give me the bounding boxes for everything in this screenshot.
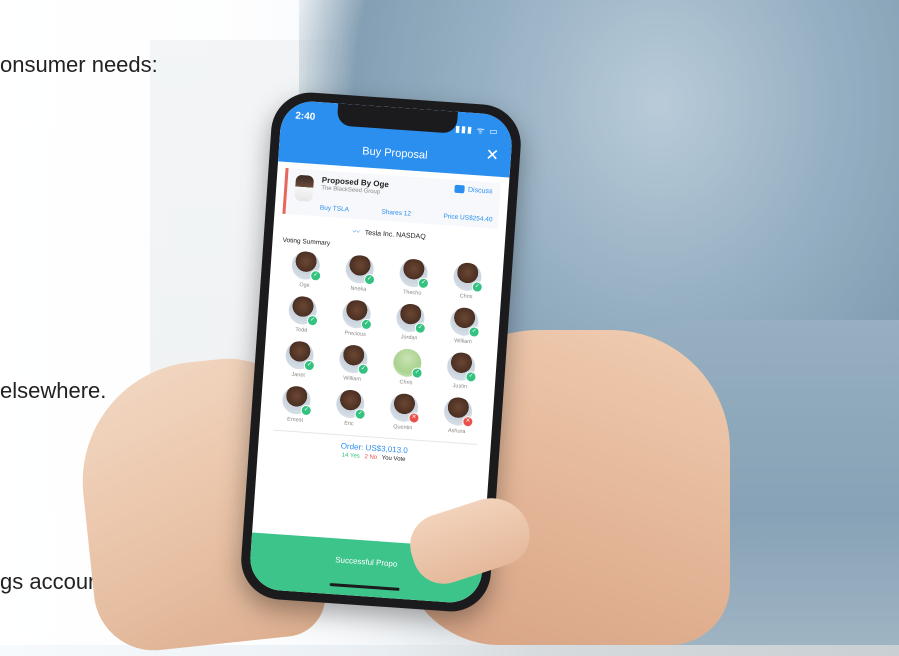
ticker-label: Tesla Inc. NASDAQ	[364, 229, 426, 241]
vote-yes-icon: ✓	[306, 314, 319, 327]
vote-no-icon: ✕	[461, 415, 474, 428]
yes-count: 14 Yes	[341, 452, 360, 460]
page-title: Buy Proposal	[361, 145, 428, 162]
slide-text-line-2: elsewhere.	[0, 378, 107, 403]
voter-avatar: ✓	[449, 306, 480, 338]
vote-yes-icon: ✓	[360, 318, 373, 331]
voter-item[interactable]: ✓ Eric	[322, 388, 378, 429]
voter-avatar: ✓	[284, 340, 316, 372]
vote-yes-icon: ✓	[303, 359, 316, 372]
proposal-action: Buy TSLA	[319, 204, 350, 214]
voter-avatar: ✓	[338, 344, 370, 376]
voter-name: Ashura	[447, 427, 466, 436]
voter-name: Ernest	[286, 416, 304, 424]
voter-name: Eric	[343, 420, 354, 428]
voter-item[interactable]: ✓ Todd	[274, 295, 330, 336]
voter-item[interactable]: ✓ Oge	[277, 250, 333, 291]
voter-name: Todd	[295, 326, 308, 334]
voter-name: Chris	[399, 379, 413, 387]
vote-yes-icon: ✓	[300, 404, 313, 417]
voter-item[interactable]: ✕ Ashura	[429, 396, 485, 437]
voter-item[interactable]: ✓ Chris	[439, 261, 495, 302]
voter-avatar: ✓	[452, 261, 484, 293]
vote-yes-icon: ✓	[468, 326, 480, 338]
voter-item[interactable]: ✓ Jordan	[382, 302, 438, 343]
vote-yes-icon: ✓	[354, 408, 366, 421]
voter-item[interactable]: ✓ Precious	[328, 298, 384, 339]
voter-name: Precious	[344, 330, 367, 338]
voter-item[interactable]: ✓ Justin	[433, 351, 489, 392]
order-summary: Order: US$3,013.0 14 Yes 2 No You Vote	[271, 429, 477, 468]
voter-avatar: ✓	[344, 254, 376, 286]
voter-item[interactable]: ✓ William	[436, 306, 492, 347]
voter-name: Janet	[291, 371, 306, 379]
trend-icon: 〰	[352, 228, 360, 237]
voter-avatar: ✓	[398, 258, 430, 290]
voter-item[interactable]: ✓ William	[325, 343, 381, 384]
voter-avatar: ✓	[281, 385, 313, 417]
voter-item[interactable]: ✓ Thecho	[385, 257, 441, 298]
vote-yes-icon: ✓	[471, 281, 484, 293]
voter-item[interactable]: ✓ Nneka	[331, 253, 387, 294]
voter-avatar: ✓	[290, 250, 322, 282]
voter-avatar: ✓	[341, 299, 373, 331]
vote-yes-icon: ✓	[414, 322, 427, 335]
voter-name: Thecho	[402, 289, 422, 297]
status-time: 2:40	[294, 110, 316, 123]
discuss-button[interactable]: Discuss	[454, 184, 493, 196]
close-icon[interactable]: ✕	[485, 147, 500, 165]
voter-name: Nneka	[350, 285, 367, 293]
voter-name: William	[342, 375, 362, 383]
voter-item[interactable]: ✓ Chris	[379, 347, 435, 388]
voter-name: Chris	[459, 293, 473, 301]
voter-avatar: ✓	[395, 303, 427, 335]
voter-item[interactable]: ✓ Janet	[271, 339, 327, 380]
slide-text-line-1: onsumer needs:	[0, 52, 158, 77]
voter-avatar: ✓	[446, 351, 477, 383]
voter-item[interactable]: ✓ Ernest	[268, 384, 324, 425]
you-voted: You Vote	[381, 455, 406, 463]
voter-item[interactable]: ✕ Quentin	[376, 392, 432, 433]
vote-yes-icon: ✓	[417, 277, 430, 290]
proposal-card[interactable]: Proposed By Oge The BlackSeed Group Disc…	[282, 167, 502, 229]
voter-name: Justin	[452, 383, 468, 391]
vote-yes-icon: ✓	[465, 370, 477, 383]
voter-avatar: ✓	[392, 347, 423, 379]
vote-yes-icon: ✓	[411, 367, 423, 379]
vote-yes-icon: ✓	[357, 363, 370, 376]
proposal-shares: Shares 12	[381, 208, 412, 218]
chat-icon	[454, 184, 466, 194]
no-count: 2 No	[364, 454, 378, 461]
voter-name: William	[453, 338, 472, 346]
proposal-details: Buy TSLA Shares 12 Price US$254.40	[320, 204, 493, 223]
vote-yes-icon: ✓	[309, 269, 322, 282]
discuss-label: Discuss	[467, 186, 493, 195]
status-icons: ▮▮▮ ᯤ ▭	[454, 123, 500, 137]
voter-avatar: ✕	[389, 392, 420, 424]
voter-name: Jordan	[400, 334, 418, 342]
voter-name: Quentin	[392, 424, 413, 432]
voter-name: Oge	[299, 282, 310, 289]
proposer-avatar	[294, 174, 315, 202]
voter-avatar: ✕	[443, 396, 474, 428]
proposal-price: Price US$254.40	[443, 213, 493, 224]
vote-yes-icon: ✓	[363, 273, 376, 286]
voter-avatar: ✓	[335, 389, 366, 421]
vote-no-icon: ✕	[408, 412, 420, 424]
voter-grid: ✓ Oge ✓ Nneka ✓ Thecho ✓ Chris ✓ Todd ✓ Precious ✓ Jo…	[260, 243, 504, 437]
voter-avatar: ✓	[287, 295, 319, 327]
